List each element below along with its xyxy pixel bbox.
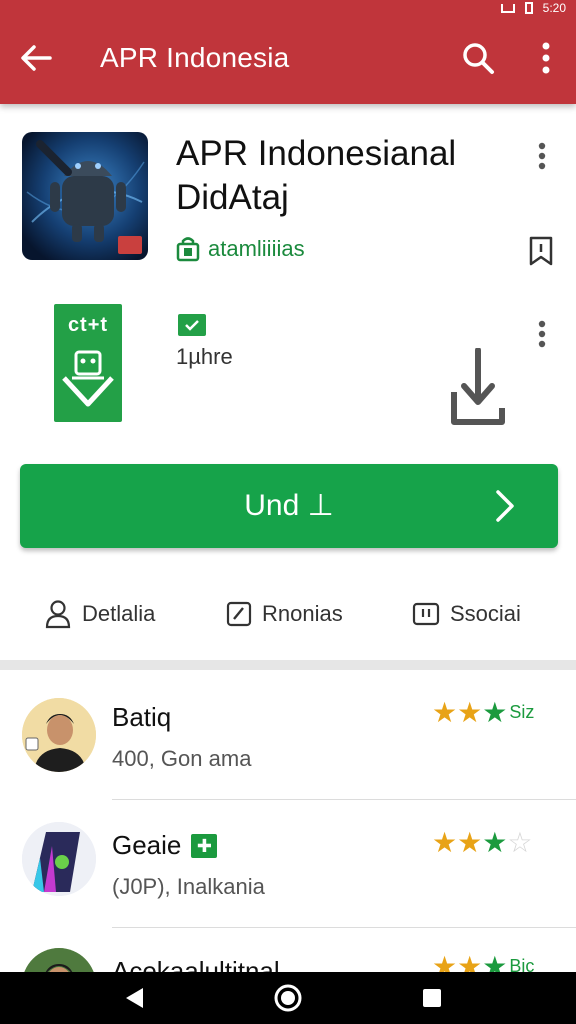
robot-download-icon <box>62 350 114 407</box>
item-divider <box>112 799 576 800</box>
battery-icon <box>524 2 533 14</box>
list-item-name-row: Geaie ✚ <box>112 830 218 861</box>
app-title-line2: DidAtaj <box>176 178 289 217</box>
star-filled-icon: ★ <box>482 697 508 728</box>
section-divider <box>0 660 576 670</box>
overflow-menu-button[interactable] <box>528 38 564 78</box>
search-icon <box>463 43 494 74</box>
nav-recents-button[interactable] <box>412 980 452 1016</box>
more-vert-icon <box>542 42 550 74</box>
list-item-subtitle: 400, Gon ama <box>112 746 252 771</box>
tab-reviews-label: Rnonias <box>262 601 343 626</box>
list-item-subtitle: (J0P), Inalkania <box>112 874 265 899</box>
secondary-menu-button[interactable] <box>528 316 556 352</box>
more-vert-icon <box>538 142 546 170</box>
app-bar: 5:20 APR Indonesia <box>0 0 576 104</box>
status-bar: 5:20 <box>500 0 566 16</box>
rating-stars: ★ ★ ★ Siz <box>432 696 534 729</box>
verified-badge <box>178 314 206 336</box>
install-button-label: Und ⊥ <box>244 489 334 522</box>
arrow-back-icon <box>21 45 52 71</box>
app-bar-title: APR Indonesia <box>100 42 290 73</box>
list-item[interactable]: Geaie ✚ (J0P), Inalkania ★ ★ ★ ☆ <box>0 808 576 936</box>
rating-stars: ★ ★ ★ Bic <box>432 950 534 972</box>
avatar <box>22 698 96 772</box>
rating-label: Siz <box>509 702 535 722</box>
system-nav-bar <box>0 972 576 1024</box>
search-button[interactable] <box>458 38 498 78</box>
list-item-name: Geaie <box>112 830 182 860</box>
avatar <box>22 822 96 896</box>
star-filled-icon: ★ <box>432 827 458 858</box>
chevron-right-icon <box>496 490 514 522</box>
star-filled-icon: ★ <box>482 827 508 858</box>
person-avatar-icon <box>22 948 96 972</box>
star-filled-icon: ★ <box>432 697 458 728</box>
rating-label: Bic <box>509 956 535 972</box>
star-filled-icon: ★ <box>457 697 483 728</box>
install-button[interactable]: Und ⊥ <box>20 464 558 548</box>
list-item[interactable]: Acekaalultitnal ★ ★ ★ Bic <box>0 936 576 972</box>
item-divider <box>112 927 576 928</box>
back-button[interactable] <box>18 40 54 76</box>
star-filled-icon: ★ <box>457 827 483 858</box>
nav-home-button[interactable] <box>268 980 308 1016</box>
shop-bag-icon <box>176 237 200 262</box>
app-details-screen: 5:20 APR Indonesia APR Indonesianal DidA… <box>0 0 576 1024</box>
back-triangle-icon <box>126 988 143 1008</box>
tab-details-label: Detlalia <box>82 601 156 626</box>
nav-back-button[interactable] <box>114 980 154 1016</box>
wishlist-button[interactable] <box>526 234 556 268</box>
rating-stars: ★ ★ ★ ☆ <box>432 826 532 859</box>
tab-social-label: Ssociai <box>450 601 521 626</box>
android-robot-app-icon <box>22 132 148 260</box>
star-filled-icon: ★ <box>432 951 458 972</box>
person-avatar-icon <box>22 698 96 772</box>
phone-avatar-icon <box>22 822 96 896</box>
star-filled-icon: ★ <box>457 951 483 972</box>
more-vert-icon <box>538 320 546 348</box>
developer-row[interactable]: atamliiiias <box>176 236 305 262</box>
avatar <box>22 948 96 972</box>
list-item-name: Batiq <box>112 702 172 732</box>
recents-square-icon <box>423 989 441 1007</box>
home-circle-icon <box>274 984 302 1012</box>
bookmark-icon <box>529 236 553 266</box>
status-time: 5:20 <box>542 1 566 15</box>
tab-social[interactable]: Ssociai <box>412 594 521 634</box>
app-card-menu-button[interactable] <box>528 138 556 174</box>
check-badge-icon <box>185 320 199 331</box>
star-filled-icon: ★ <box>482 951 508 972</box>
list-item[interactable]: Batiq 400, Gon ama ★ ★ ★ Siz <box>0 680 576 808</box>
developer-name[interactable]: atamliiiias <box>208 236 305 262</box>
wifi-icon <box>500 3 515 13</box>
app-title-line1: APR Indonesianal <box>176 134 457 173</box>
tab-reviews[interactable]: Rnonias <box>226 594 343 634</box>
app-icon[interactable] <box>22 132 148 260</box>
plus-badge-icon: ✚ <box>191 833 218 858</box>
social-icon <box>412 602 440 626</box>
person-icon <box>45 600 71 629</box>
app-title: APR Indonesianal DidAtaj <box>176 132 506 220</box>
secondary-app-icon[interactable]: ct+t <box>54 304 122 422</box>
star-empty-icon: ☆ <box>507 827 533 858</box>
tab-details[interactable]: Detlalia <box>44 594 155 634</box>
edit-icon <box>226 601 252 627</box>
download-icon[interactable] <box>450 348 506 426</box>
app-size-text: 1µhre <box>176 344 233 369</box>
list-item-name: Acekaalultitnal <box>112 956 280 972</box>
